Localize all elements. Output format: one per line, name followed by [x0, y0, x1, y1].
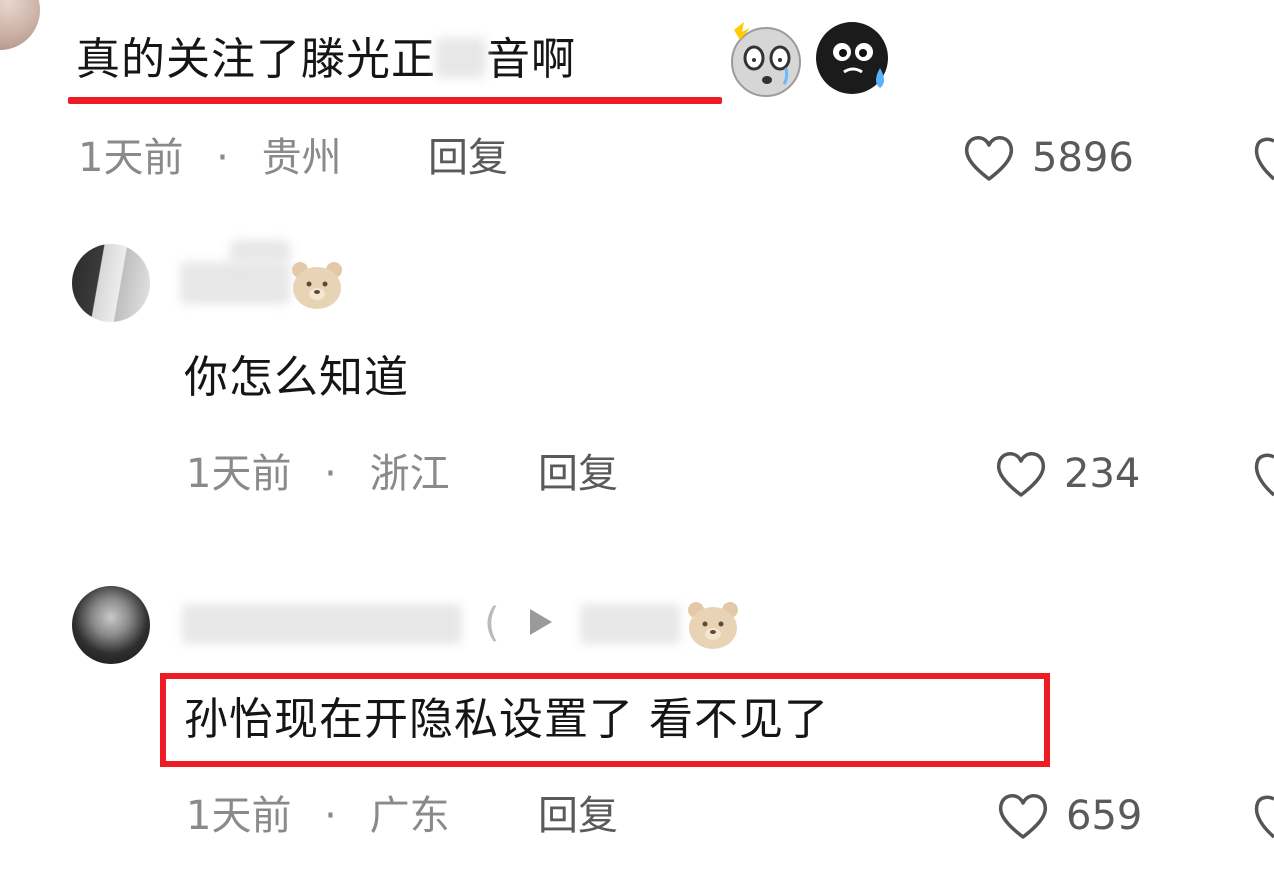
avatar[interactable]: [72, 586, 150, 664]
paren-glyph: (: [484, 600, 500, 646]
comment-text: 孙怡现在开隐私设置了 看不见了: [184, 694, 829, 745]
heart-icon[interactable]: [1252, 449, 1274, 499]
comment-time: 1天前: [186, 451, 292, 497]
blurred-username[interactable]: [180, 262, 290, 304]
comment-location: 广东: [369, 793, 450, 839]
avatar[interactable]: [72, 244, 150, 322]
shocked-emoji-icon: [724, 18, 808, 98]
comment-location: 贵州: [261, 135, 342, 181]
reply-button[interactable]: 回复: [428, 134, 508, 182]
reply-button[interactable]: 回复: [538, 792, 618, 840]
avatar[interactable]: [0, 0, 40, 50]
blurred-username: [580, 604, 680, 644]
comment-meta: 1天前 · 浙江: [186, 450, 450, 498]
like-count: 234: [1064, 451, 1141, 497]
heart-icon[interactable]: [994, 449, 1048, 499]
bear-emoji-icon: [290, 258, 344, 309]
comment-text: 你怎么知道: [184, 352, 409, 403]
bear-emoji-icon: [686, 598, 740, 649]
heart-icon[interactable]: [1252, 791, 1274, 841]
comment-text: 真的关注了滕光正 音啊: [76, 34, 576, 86]
separator-dot: ·: [324, 793, 337, 839]
comment-text-part: 音啊: [486, 34, 576, 85]
like-count: 5896: [1032, 135, 1134, 181]
sweat-emoji-icon: [810, 18, 896, 98]
blurred-username[interactable]: [182, 604, 462, 644]
like-count: 659: [1066, 793, 1143, 839]
blurred-username: [230, 240, 290, 264]
comment-meta: 1天前 · 广东: [186, 792, 450, 840]
heart-icon[interactable]: [962, 133, 1016, 183]
comment-text-part: 真的关注了滕光正: [76, 34, 436, 85]
comment-location: 浙江: [369, 451, 450, 497]
play-icon: [526, 606, 556, 642]
reply-button[interactable]: 回复: [538, 450, 618, 498]
blurred-text: [436, 38, 486, 78]
comment-meta: 1天前 · 贵州: [78, 134, 342, 182]
comment-time: 1天前: [78, 135, 184, 181]
separator-dot: ·: [324, 451, 337, 497]
heart-icon[interactable]: [996, 791, 1050, 841]
comment-time: 1天前: [186, 793, 292, 839]
separator-dot: ·: [216, 135, 229, 181]
red-underline-annotation: [68, 97, 722, 104]
heart-icon[interactable]: [1252, 133, 1274, 183]
